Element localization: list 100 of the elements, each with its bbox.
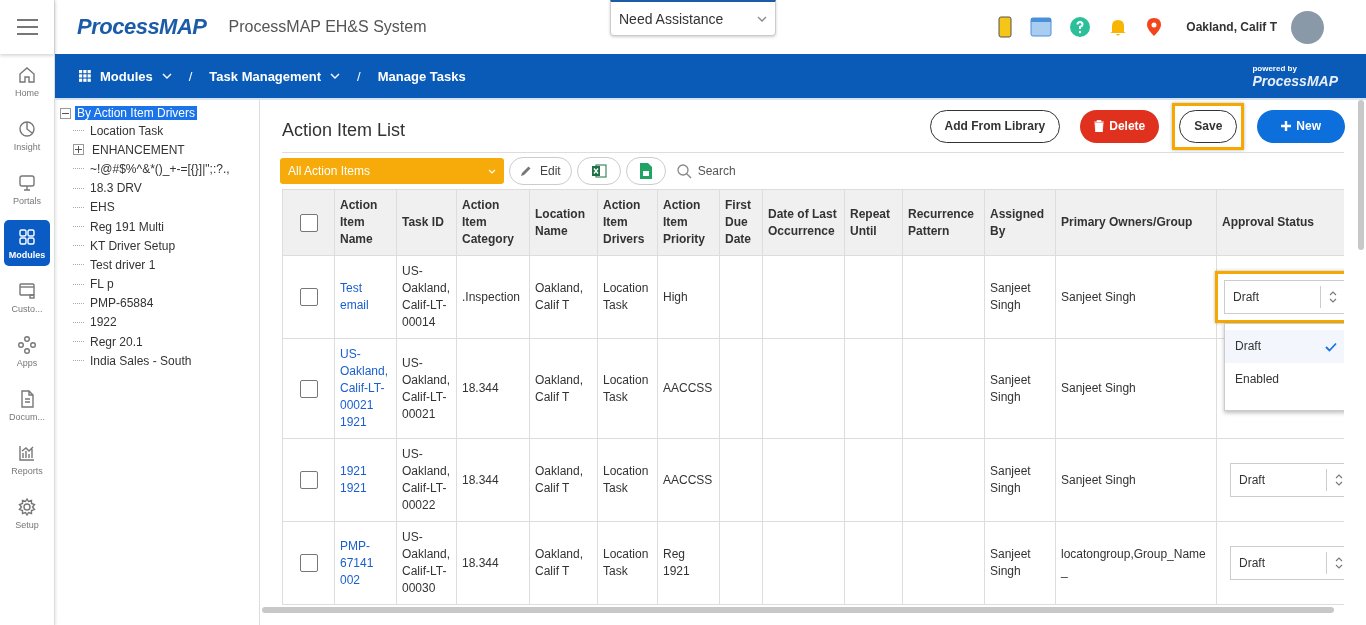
grid-icon bbox=[17, 226, 37, 247]
column-header[interactable]: Location Name bbox=[529, 189, 598, 256]
chevron-down-icon[interactable] bbox=[161, 73, 172, 79]
tree-node[interactable]: KT Driver Setup bbox=[90, 238, 176, 253]
tree-node[interactable]: Reg 191 Multi bbox=[90, 219, 165, 234]
action-item-link[interactable]: US-Oakland, Calif-LT-00021 1921 bbox=[334, 338, 397, 439]
vertical-scrollbar[interactable] bbox=[1358, 100, 1364, 250]
breadcrumb-link[interactable]: Modules bbox=[100, 68, 153, 84]
rail-label: Modules bbox=[8, 249, 46, 260]
tree-node[interactable]: 1922 bbox=[90, 315, 117, 330]
pie-icon bbox=[17, 118, 37, 139]
tree-node[interactable]: FL p bbox=[90, 277, 114, 292]
rail-nav-item[interactable]: Insight bbox=[4, 112, 50, 158]
rail-label: Reports bbox=[11, 465, 43, 476]
row-checkbox[interactable] bbox=[299, 379, 318, 398]
action-item-link[interactable]: PMP-67141 002 bbox=[334, 521, 397, 605]
horizontal-scrollbar[interactable] bbox=[262, 607, 1334, 613]
rail-label: Home bbox=[15, 87, 39, 98]
column-header[interactable]: Action Item Category bbox=[456, 189, 530, 256]
tree-node[interactable]: Regr 20.1 bbox=[90, 334, 143, 349]
table-cell: Location Task bbox=[597, 255, 658, 339]
rail-nav-item[interactable]: Custo... bbox=[4, 274, 50, 320]
table-cell: Oakland, Calif T bbox=[529, 438, 598, 522]
pencil-icon bbox=[520, 165, 532, 177]
help-icon[interactable] bbox=[1070, 17, 1091, 37]
tree-node[interactable]: 18.3 DRV bbox=[90, 181, 142, 196]
calendar-icon[interactable] bbox=[1030, 17, 1053, 37]
tree-node[interactable]: ENHANCEMENT bbox=[92, 142, 185, 157]
table-cell: Location Task bbox=[597, 338, 658, 439]
rail-label: Portals bbox=[13, 195, 41, 206]
table-cell: US-Oakland, Calif-LT-00014 bbox=[396, 255, 457, 339]
excel-export-button[interactable] bbox=[576, 157, 621, 185]
status-option[interactable]: Enabled bbox=[1225, 363, 1344, 396]
search-field[interactable]: Search bbox=[676, 163, 736, 179]
status-select[interactable]: Draft bbox=[1230, 546, 1344, 580]
column-header[interactable]: Repeat Until bbox=[844, 189, 903, 256]
up-down-chevron-icon bbox=[1320, 286, 1337, 308]
tree-node[interactable]: Location Task bbox=[90, 123, 164, 138]
action-button[interactable]: Save bbox=[1179, 109, 1238, 143]
rail-nav-item[interactable]: Setup bbox=[4, 490, 50, 536]
rail-nav-item[interactable]: Home bbox=[4, 58, 50, 104]
action-button[interactable]: Delete bbox=[1080, 109, 1160, 143]
column-header[interactable]: Action Item Drivers bbox=[597, 189, 658, 256]
column-header[interactable]: Action Item Name bbox=[334, 189, 397, 256]
grid-icon[interactable] bbox=[79, 70, 91, 82]
tree-node[interactable]: EHS bbox=[90, 200, 115, 215]
action-item-link[interactable]: Test email bbox=[334, 255, 397, 339]
edit-button[interactable]: Edit bbox=[509, 157, 572, 185]
rail-nav-item[interactable]: Docum... bbox=[4, 382, 50, 428]
row-checkbox[interactable] bbox=[299, 471, 318, 489]
rail-label: Custo... bbox=[11, 303, 43, 314]
user-name[interactable]: Oakland, Calif T bbox=[1186, 20, 1277, 34]
column-header[interactable]: First Due Date bbox=[719, 189, 763, 256]
powered-by-caption: powered by bbox=[1252, 63, 1297, 73]
app-title: ProcessMAP EH&S System bbox=[228, 18, 427, 36]
table-cell: 18.344 bbox=[456, 521, 530, 605]
sheet-document-icon bbox=[639, 163, 652, 179]
tree-node[interactable]: India Sales - South bbox=[90, 353, 192, 368]
column-header[interactable]: Assigned By bbox=[984, 189, 1056, 256]
row-checkbox[interactable] bbox=[299, 288, 318, 306]
sheets-export-button[interactable] bbox=[625, 157, 666, 185]
status-select[interactable]: Draft bbox=[1230, 463, 1344, 497]
expand-icon[interactable] bbox=[73, 144, 84, 156]
processmap-logo: ProcessMAP bbox=[1252, 72, 1338, 89]
rail-nav-item[interactable]: Portals bbox=[4, 166, 50, 212]
avatar[interactable] bbox=[1291, 10, 1324, 44]
status-select[interactable]: Draft bbox=[1224, 280, 1344, 314]
action-item-link[interactable]: 1921 1921 bbox=[334, 438, 397, 522]
column-header[interactable]: Action Item Priority bbox=[657, 189, 720, 256]
status-option[interactable]: Draft bbox=[1225, 330, 1344, 363]
column-header[interactable]: Task ID bbox=[396, 189, 457, 256]
rail-label: Setup bbox=[15, 519, 39, 530]
action-button[interactable]: New bbox=[1257, 109, 1345, 143]
tree-node[interactable]: PMP-65884 bbox=[90, 296, 154, 311]
phone-icon[interactable] bbox=[998, 16, 1013, 38]
select-all-checkbox[interactable] bbox=[299, 213, 318, 232]
table-cell: Location Task bbox=[597, 521, 658, 605]
breadcrumb-link[interactable]: Manage Tasks bbox=[377, 68, 466, 84]
tree-node[interactable]: Test driver 1 bbox=[90, 257, 156, 272]
rail-nav-item[interactable]: Modules bbox=[4, 220, 50, 266]
column-header[interactable]: Date of Last Occurrence bbox=[762, 189, 845, 256]
rail-nav-item[interactable]: Reports bbox=[4, 436, 50, 482]
table-cell: Sanjeet Singh bbox=[984, 438, 1056, 522]
assistance-dropdown[interactable]: Need Assistance bbox=[610, 0, 776, 36]
spreadsheet-icon bbox=[590, 164, 607, 178]
column-header[interactable]: Recurrence Pattern bbox=[902, 189, 985, 256]
chevron-down-icon bbox=[488, 168, 496, 174]
row-checkbox[interactable] bbox=[299, 554, 318, 572]
rail-nav-item[interactable]: Apps bbox=[4, 328, 50, 374]
column-header[interactable]: Approval Status bbox=[1216, 189, 1344, 256]
collapse-icon[interactable] bbox=[60, 107, 71, 119]
location-pin-icon[interactable] bbox=[1146, 17, 1163, 37]
table-cell: locatongroup,Group_Name_ bbox=[1055, 521, 1217, 605]
action-button[interactable]: Add From Library bbox=[929, 109, 1061, 143]
column-header[interactable]: Primary Owners/Group bbox=[1055, 189, 1217, 256]
breadcrumb-link[interactable]: Task Management bbox=[209, 68, 322, 84]
tree-node[interactable]: ~!@#$%^&*()_+-=[{}]|";:?., bbox=[90, 161, 230, 176]
chevron-down-icon[interactable] bbox=[330, 73, 341, 79]
table-cell: .Inspection bbox=[456, 255, 530, 339]
tree-node[interactable]: By Action Item Drivers bbox=[75, 106, 198, 120]
